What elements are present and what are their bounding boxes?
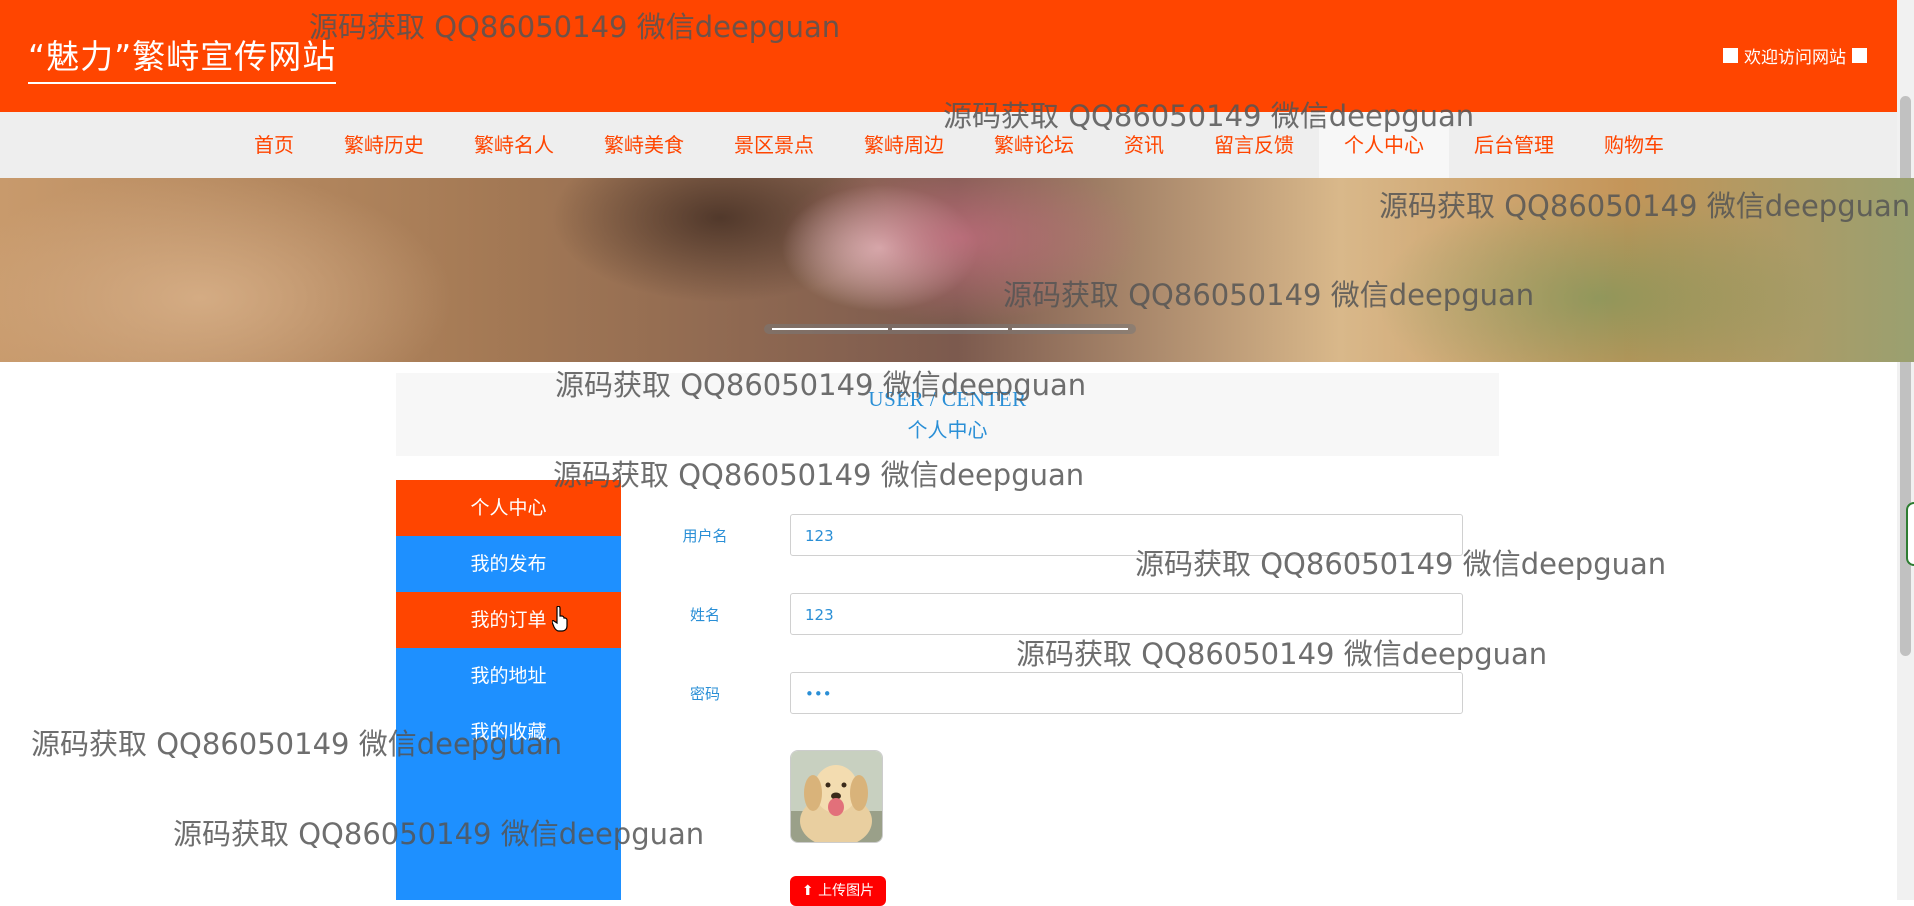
watermark: 源码获取 QQ86050149 微信deepguan bbox=[553, 458, 1085, 492]
username-field[interactable]: 123 bbox=[790, 514, 1463, 556]
upload-label: 上传图片 bbox=[818, 883, 875, 899]
carousel-dot[interactable] bbox=[892, 328, 1008, 330]
hand-cursor-icon bbox=[552, 606, 568, 632]
side-item-my-favorites[interactable]: 我的收藏 bbox=[396, 704, 621, 760]
nav-item-food[interactable]: 繁峙美食 bbox=[579, 112, 709, 178]
nav-item-history[interactable]: 繁峙历史 bbox=[319, 112, 449, 178]
carousel-indicators bbox=[764, 324, 1136, 334]
user-side-menu: 个人中心 我的发布 我的订单 我的地址 我的收藏 bbox=[396, 480, 621, 900]
page-scrollbar[interactable] bbox=[1897, 0, 1914, 900]
nav-item-home[interactable]: 首页 bbox=[229, 112, 319, 178]
nav-item-news[interactable]: 资讯 bbox=[1099, 112, 1189, 178]
nav-item-cart[interactable]: 购物车 bbox=[1579, 112, 1689, 178]
square-icon bbox=[1852, 48, 1867, 63]
nav-item-admin[interactable]: 后台管理 bbox=[1449, 112, 1579, 178]
nav-item-user-center[interactable]: 个人中心 bbox=[1319, 112, 1449, 178]
section-title-cn: 个人中心 bbox=[907, 418, 988, 442]
nav-item-feedback[interactable]: 留言反馈 bbox=[1189, 112, 1319, 178]
password-label: 密码 bbox=[689, 685, 720, 703]
site-title[interactable]: “魅力”繁峙宣传网站 bbox=[28, 30, 337, 84]
nav-item-surroundings[interactable]: 繁峙周边 bbox=[839, 112, 969, 178]
side-item-my-addresses[interactable]: 我的地址 bbox=[396, 648, 621, 704]
section-heading: USER / CENTER 个人中心 bbox=[396, 373, 1499, 456]
banner-carousel bbox=[0, 178, 1914, 362]
main-nav: 首页 繁峙历史 繁峙名人 繁峙美食 景区景点 繁峙周边 繁峙论坛 资讯 留言反馈… bbox=[0, 112, 1897, 178]
nav-item-scenic-spots[interactable]: 景区景点 bbox=[709, 112, 839, 178]
side-item-user-center[interactable]: 个人中心 bbox=[396, 480, 621, 536]
side-item-my-orders[interactable]: 我的订单 bbox=[396, 592, 621, 648]
avatar-preview bbox=[790, 750, 883, 843]
side-item-my-posts[interactable]: 我的发布 bbox=[396, 536, 621, 592]
section-title-en: USER / CENTER bbox=[868, 387, 1027, 411]
welcome-label: 欢迎访问网站 bbox=[1744, 48, 1846, 68]
name-label: 姓名 bbox=[689, 606, 720, 624]
username-label: 用户名 bbox=[682, 527, 728, 545]
upload-icon: ⬆ bbox=[801, 883, 819, 899]
dog-avatar-image bbox=[791, 751, 882, 842]
name-field[interactable]: 123 bbox=[790, 593, 1463, 635]
carousel-dot[interactable] bbox=[772, 328, 888, 330]
nav-item-forum[interactable]: 繁峙论坛 bbox=[969, 112, 1099, 178]
nav-item-celebrities[interactable]: 繁峙名人 bbox=[449, 112, 579, 178]
square-icon bbox=[1723, 48, 1738, 63]
upload-image-button[interactable]: ⬆ 上传图片 bbox=[790, 876, 886, 906]
watermark: 源码获取 QQ86050149 微信deepguan bbox=[1016, 637, 1548, 671]
carousel-dot[interactable] bbox=[1012, 328, 1128, 330]
site-header: “魅力”繁峙宣传网站 欢迎访问网站 bbox=[0, 0, 1897, 112]
password-field[interactable]: ••• bbox=[790, 672, 1463, 714]
side-tab-handle[interactable] bbox=[1906, 502, 1914, 566]
welcome-text: 欢迎访问网站 bbox=[1723, 43, 1867, 68]
